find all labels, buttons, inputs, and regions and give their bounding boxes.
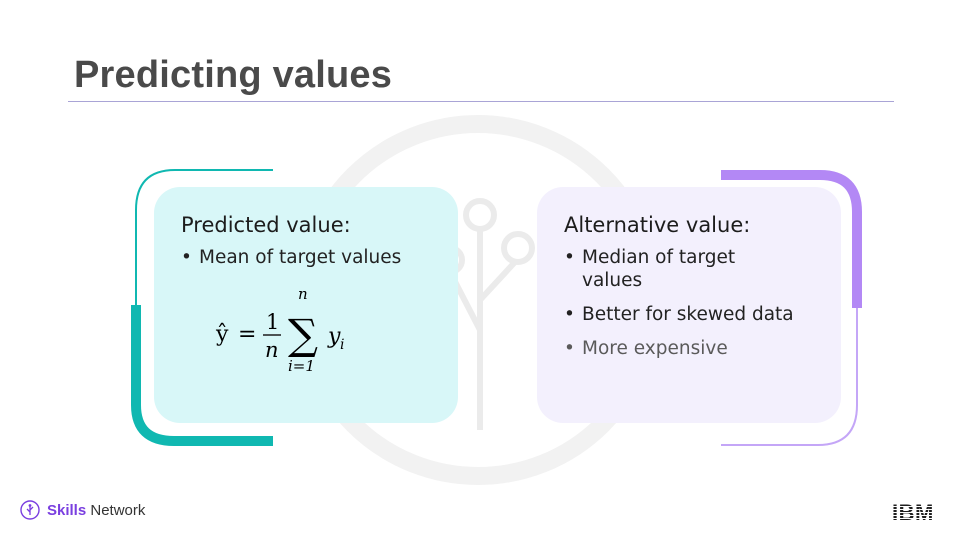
predicted-value-heading: Predicted value:	[181, 213, 351, 237]
formula-term-subscript: i	[340, 337, 344, 353]
brand-light: Network	[90, 501, 146, 519]
skills-network-icon	[20, 500, 40, 520]
formula-denominator: n	[265, 338, 279, 362]
alternative-value-heading: Alternative value:	[564, 213, 751, 237]
skills-network-logo: Skills Network	[20, 500, 145, 520]
mean-formula: ŷ = 1 n ∑ n i=1 y i	[215, 291, 344, 375]
bullet-median: Median of target values	[564, 246, 762, 292]
bullet-skewed: Better for skewed data	[564, 303, 815, 326]
formula-lower-limit: i=1	[288, 357, 315, 375]
predicted-value-bullets: Mean of target values	[181, 246, 432, 269]
bullet-mean: Mean of target values	[181, 246, 432, 269]
ibm-logo: IBM	[892, 501, 934, 523]
predicted-value-card: Predicted value: Mean of target values ŷ…	[154, 187, 458, 423]
formula-numerator: 1	[266, 310, 279, 334]
brand-bold: Skills	[47, 501, 87, 519]
formula-sum-symbol: ∑	[288, 310, 318, 359]
formula-lhs: ŷ	[215, 322, 229, 347]
ibm-logo-text: IBM	[892, 501, 934, 523]
formula-term: y	[327, 324, 341, 349]
alternative-value-bullets: Median of target values Better for skewe…	[564, 246, 815, 360]
formula-upper-limit: n	[298, 291, 308, 303]
alternative-value-card: Alternative value: Median of target valu…	[537, 187, 841, 423]
formula-equals: =	[238, 322, 256, 347]
bullet-expensive: More expensive	[564, 337, 815, 360]
